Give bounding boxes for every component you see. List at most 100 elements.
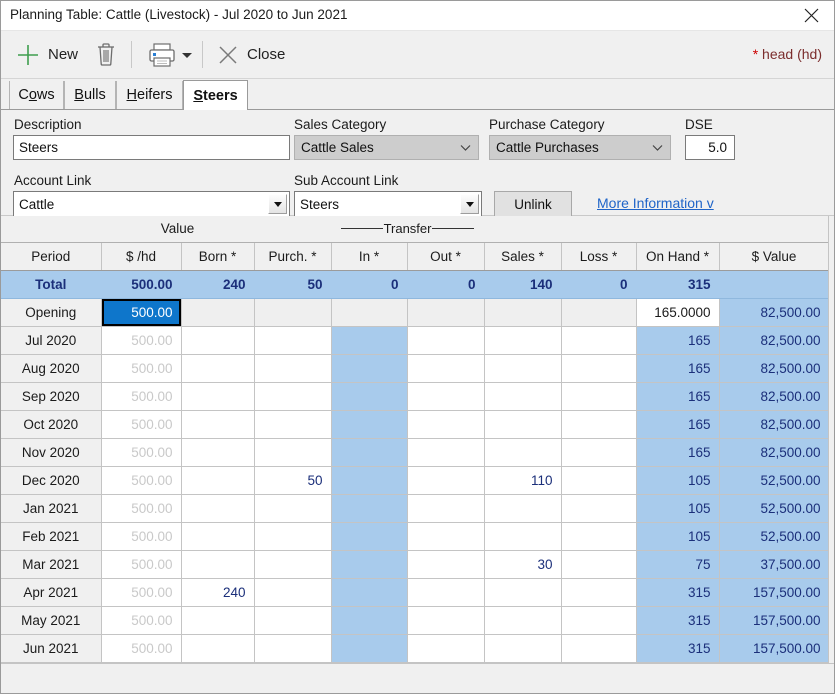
row-in[interactable] xyxy=(331,326,408,355)
row-purch[interactable] xyxy=(254,354,332,383)
row-born[interactable] xyxy=(181,522,255,551)
row-sales[interactable] xyxy=(484,578,562,607)
row-loss[interactable] xyxy=(561,634,637,663)
row-out[interactable] xyxy=(407,410,485,439)
row-loss[interactable] xyxy=(561,550,637,579)
tab-heifers[interactable]: Heifers xyxy=(116,81,183,109)
print-dropdown-button[interactable] xyxy=(181,31,193,78)
row-rate[interactable]: 500.00 xyxy=(101,382,182,411)
row-purch[interactable] xyxy=(254,578,332,607)
col-header-onhand[interactable]: On Hand * xyxy=(636,242,720,271)
row-sales[interactable] xyxy=(484,522,562,551)
row-born[interactable] xyxy=(181,326,255,355)
new-button[interactable]: New xyxy=(15,31,78,78)
row-born[interactable] xyxy=(181,606,255,635)
row-loss[interactable] xyxy=(561,326,637,355)
sales-category-select[interactable]: Cattle Sales xyxy=(294,135,479,160)
row-loss[interactable] xyxy=(561,382,637,411)
row-on-hand[interactable]: 105 xyxy=(636,494,720,523)
row-born[interactable] xyxy=(181,550,255,579)
row-out[interactable] xyxy=(407,466,485,495)
row-born[interactable] xyxy=(181,466,255,495)
row-loss[interactable] xyxy=(561,578,637,607)
sub-account-link-dropdown-button[interactable] xyxy=(460,194,479,214)
row-rate[interactable]: 500.00 xyxy=(101,298,182,327)
print-button[interactable] xyxy=(147,31,177,78)
row-loss[interactable] xyxy=(561,494,637,523)
row-purch[interactable] xyxy=(254,438,332,467)
purchase-category-select[interactable]: Cattle Purchases xyxy=(489,135,671,160)
row-purch[interactable] xyxy=(254,410,332,439)
row-born[interactable] xyxy=(181,438,255,467)
row-sales[interactable] xyxy=(484,438,562,467)
row-sales[interactable]: 30 xyxy=(484,550,562,579)
col-header-in[interactable]: In * xyxy=(331,242,408,271)
row-purch[interactable] xyxy=(254,634,332,663)
row-sales[interactable] xyxy=(484,298,562,327)
col-header-period[interactable]: Period xyxy=(1,242,102,271)
row-rate[interactable]: 500.00 xyxy=(101,606,182,635)
row-sales[interactable]: 110 xyxy=(484,466,562,495)
tab-bulls[interactable]: Bulls xyxy=(64,81,116,109)
row-purch[interactable] xyxy=(254,606,332,635)
delete-button[interactable] xyxy=(93,31,119,78)
row-loss[interactable] xyxy=(561,522,637,551)
row-on-hand[interactable]: 165 xyxy=(636,326,720,355)
row-in[interactable] xyxy=(331,522,408,551)
row-in[interactable] xyxy=(331,578,408,607)
row-out[interactable] xyxy=(407,634,485,663)
row-born[interactable] xyxy=(181,494,255,523)
col-header-purch[interactable]: Purch. * xyxy=(254,242,332,271)
row-loss[interactable] xyxy=(561,354,637,383)
row-rate[interactable]: 500.00 xyxy=(101,550,182,579)
row-rate[interactable]: 500.00 xyxy=(101,634,182,663)
row-in[interactable] xyxy=(331,494,408,523)
row-in[interactable] xyxy=(331,550,408,579)
row-born[interactable]: 240 xyxy=(181,578,255,607)
row-born[interactable] xyxy=(181,382,255,411)
col-header-value[interactable]: $ Value xyxy=(719,242,830,271)
row-out[interactable] xyxy=(407,438,485,467)
row-rate[interactable]: 500.00 xyxy=(101,522,182,551)
row-loss[interactable] xyxy=(561,438,637,467)
close-toolbar-button[interactable]: Close xyxy=(216,31,285,78)
tab-steers[interactable]: Steers xyxy=(183,80,248,110)
unlink-button[interactable]: Unlink xyxy=(494,191,572,218)
row-on-hand[interactable]: 315 xyxy=(636,606,720,635)
row-loss[interactable] xyxy=(561,410,637,439)
row-rate[interactable]: 500.00 xyxy=(101,326,182,355)
row-out[interactable] xyxy=(407,522,485,551)
row-out[interactable] xyxy=(407,494,485,523)
row-on-hand[interactable]: 105 xyxy=(636,466,720,495)
row-sales[interactable] xyxy=(484,326,562,355)
row-out[interactable] xyxy=(407,578,485,607)
row-on-hand[interactable]: 165 xyxy=(636,382,720,411)
row-purch[interactable]: 50 xyxy=(254,466,332,495)
row-sales[interactable] xyxy=(484,634,562,663)
row-rate[interactable]: 500.00 xyxy=(101,410,182,439)
row-born[interactable] xyxy=(181,354,255,383)
row-on-hand[interactable]: 165 xyxy=(636,438,720,467)
row-out[interactable] xyxy=(407,298,485,327)
row-purch[interactable] xyxy=(254,494,332,523)
row-in[interactable] xyxy=(331,606,408,635)
row-on-hand[interactable]: 75 xyxy=(636,550,720,579)
col-header-born[interactable]: Born * xyxy=(181,242,255,271)
row-purch[interactable] xyxy=(254,326,332,355)
more-information-link[interactable]: More Information v xyxy=(597,195,714,211)
row-born[interactable] xyxy=(181,634,255,663)
row-in[interactable] xyxy=(331,410,408,439)
row-on-hand[interactable]: 105 xyxy=(636,522,720,551)
col-header-loss[interactable]: Loss * xyxy=(561,242,637,271)
row-out[interactable] xyxy=(407,606,485,635)
account-link-select[interactable]: Cattle xyxy=(13,191,290,217)
row-on-hand[interactable]: 315 xyxy=(636,578,720,607)
col-header-sales[interactable]: Sales * xyxy=(484,242,562,271)
row-rate[interactable]: 500.00 xyxy=(101,438,182,467)
row-out[interactable] xyxy=(407,354,485,383)
row-born[interactable] xyxy=(181,298,255,327)
row-out[interactable] xyxy=(407,382,485,411)
row-purch[interactable] xyxy=(254,522,332,551)
row-purch[interactable] xyxy=(254,298,332,327)
row-rate[interactable]: 500.00 xyxy=(101,466,182,495)
